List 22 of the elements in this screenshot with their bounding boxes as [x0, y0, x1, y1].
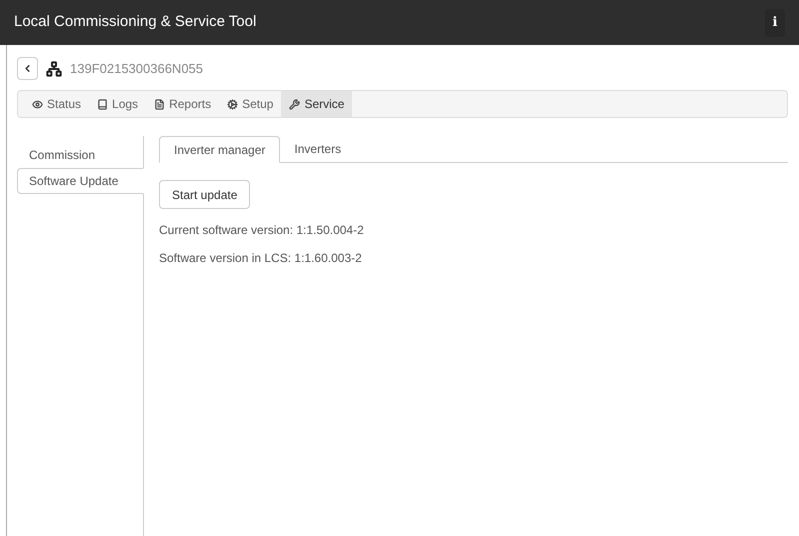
sub-tab[interactable]: Inverters — [280, 136, 356, 162]
nav-tab[interactable]: Service — [281, 91, 352, 117]
app-title: Local Commissioning & Service Tool — [14, 12, 256, 32]
network-icon — [46, 60, 62, 76]
nav-tab[interactable]: Reports — [146, 91, 220, 117]
start-update-button[interactable]: Start update — [159, 180, 250, 209]
version-text: Current software version: 1:1.50.004-2 — [159, 222, 365, 239]
side-tab[interactable]: Commission — [17, 142, 143, 168]
side-tab[interactable]: Software Update — [17, 168, 144, 194]
device-id: 139F0215300366N055 — [70, 60, 204, 78]
book-icon — [97, 98, 108, 110]
nav-tab[interactable]: Setup — [219, 91, 282, 117]
info-button[interactable]: i — [765, 8, 785, 36]
nav-tab[interactable]: Status — [24, 91, 90, 117]
version-text: Software version in LCS: 1:1.60.003-2 — [159, 250, 363, 267]
eye-icon — [32, 98, 43, 110]
wrench-icon — [289, 98, 300, 110]
document-icon — [154, 98, 166, 110]
gear-icon — [227, 98, 238, 110]
nav-tab[interactable]: Logs — [89, 91, 146, 117]
back-button[interactable] — [17, 57, 38, 80]
sub-tab[interactable]: Inverter manager — [159, 136, 280, 163]
